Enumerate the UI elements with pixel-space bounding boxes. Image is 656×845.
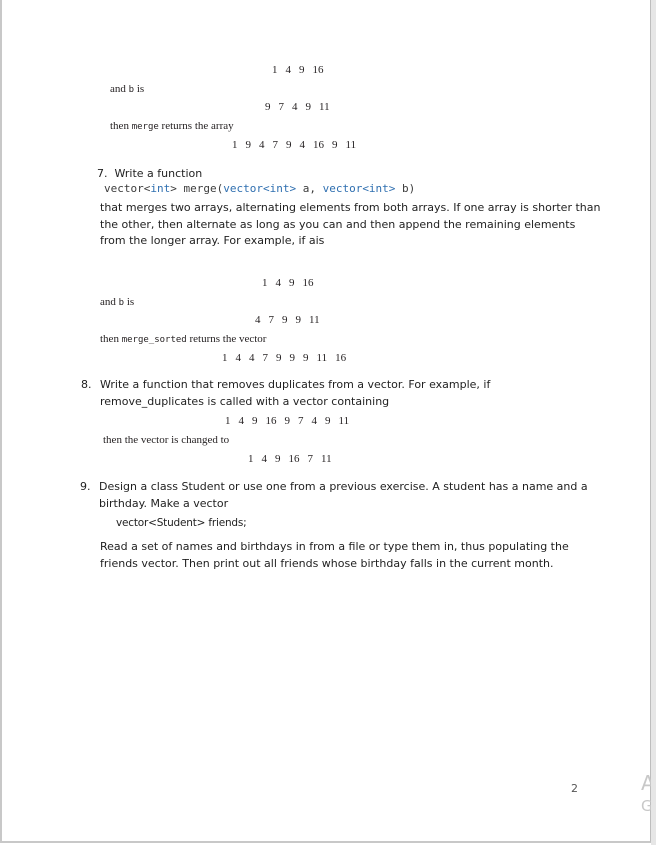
merge-result-values: 1 9 4 7 9 4 16 9 11 bbox=[232, 139, 357, 151]
merge-returns-label: then merge returns the array bbox=[110, 120, 234, 132]
array-a-values: 1 4 9 16 bbox=[272, 64, 324, 76]
ex7-and-b-label: and b is bbox=[100, 296, 135, 308]
page-number: 2 bbox=[571, 782, 578, 795]
exercise-9-number: 9. bbox=[80, 480, 91, 493]
exercise-9-closing: Read a set of names and birthdays in fro… bbox=[100, 540, 569, 570]
and-b-label: and b is bbox=[110, 83, 145, 95]
activation-watermark-line1: A bbox=[641, 771, 651, 795]
ex7-array-a-values: 1 4 9 16 bbox=[262, 277, 314, 289]
exercise-7-heading: 7. Write a function bbox=[97, 167, 202, 180]
ex7-array-b-values: 4 7 9 9 11 bbox=[255, 314, 320, 326]
exercise-7-number: 7. bbox=[97, 167, 108, 180]
exercise-8-number: 8. bbox=[81, 378, 92, 391]
ex9-code-line: vector<Student> friends; bbox=[116, 517, 247, 529]
activation-watermark-line2: G bbox=[641, 797, 651, 815]
exercise-8-description: Write a function that removes duplicates… bbox=[100, 378, 491, 408]
scrollbar-track[interactable] bbox=[651, 0, 656, 845]
merge-sorted-label: then merge_sorted returns the vector bbox=[100, 333, 267, 345]
exercise-7-description: that merges two arrays, alternating elem… bbox=[100, 201, 601, 247]
merge-signature: vector<int> merge(vector<int> a, vector<… bbox=[104, 182, 416, 195]
exercise-9-description: Design a class Student or use one from a… bbox=[99, 480, 588, 510]
ex8-changed-to-label: then the vector is changed to bbox=[103, 434, 230, 446]
exercise-7-title: Write a function bbox=[114, 167, 203, 180]
ex8-input-values: 1 4 9 16 9 7 4 9 11 bbox=[225, 415, 350, 427]
merge-sorted-result-values: 1 4 4 7 9 9 9 11 16 bbox=[222, 352, 347, 364]
array-b-values: 9 7 4 9 11 bbox=[265, 101, 330, 113]
ex8-result-values: 1 4 9 16 7 11 bbox=[248, 453, 332, 465]
